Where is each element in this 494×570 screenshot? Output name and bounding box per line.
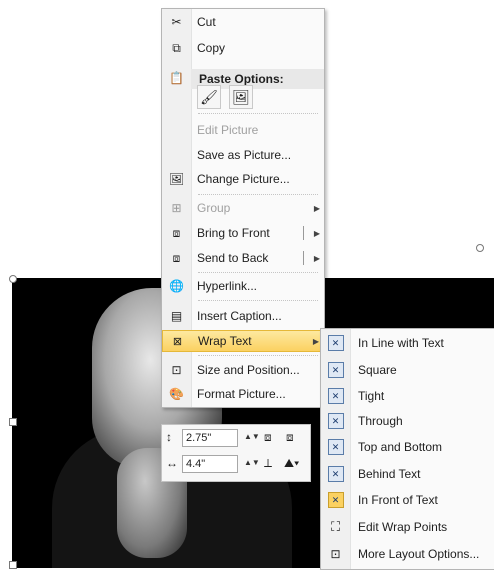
menu-item-label: Edit Picture	[197, 123, 259, 137]
submenu-item-label: Edit Wrap Points	[358, 520, 448, 534]
menu-item-send-to-back[interactable]: ⧈ Send to Back ▶	[162, 247, 324, 269]
menu-item-label: Save as Picture...	[197, 148, 292, 162]
menu-item-label: Hyperlink...	[197, 279, 258, 293]
menu-item-label: Wrap Text	[198, 334, 252, 348]
menu-separator	[198, 300, 318, 301]
menu-item-label: Bring to Front	[197, 226, 270, 240]
split-divider	[303, 226, 304, 240]
menu-item-format-picture[interactable]: 🎨 Format Picture...	[162, 383, 324, 405]
submenu-arrow-icon[interactable]: ▶	[310, 254, 324, 263]
menu-separator	[198, 355, 318, 356]
change-picture-icon: 🖼	[168, 172, 185, 186]
menu-separator	[198, 272, 318, 273]
crop-icon[interactable]: ⟂	[264, 456, 272, 471]
wrap-in-front-of-text[interactable]: ✕ In Front of Text	[321, 488, 494, 512]
wrap-tight-icon: ✕	[327, 388, 344, 404]
menu-item-bring-to-front[interactable]: ⧈ Bring to Front ▶	[162, 222, 324, 244]
mini-toolbar: ↕ 2.75" ▲▼ ⧈ ⧈ ↔ 4.4" ▲▼ ⟂ ⛰▾	[161, 424, 311, 482]
menu-item-label: Send to Back	[197, 251, 269, 265]
menu-separator	[198, 194, 318, 195]
context-menu: ✂ Cut ⧉ Copy 📋 Paste Options: 🖌 🖼 Edit P…	[161, 8, 325, 408]
height-spinner[interactable]: ▲▼	[244, 432, 260, 441]
wrap-behind-text[interactable]: ✕ Behind Text	[321, 462, 494, 486]
menu-item-label: Format Picture...	[197, 387, 286, 401]
wrap-text-submenu: ✕ In Line with Text ✕ Square ✕ Tight ✕ T…	[320, 328, 494, 570]
format-picture-icon: 🎨	[169, 387, 184, 401]
wrap-through-icon: ✕	[327, 413, 344, 429]
menu-separator	[198, 113, 318, 114]
menu-item-wrap-text[interactable]: ⊠ Wrap Text ▶	[162, 330, 324, 352]
shape-width-icon: ↔	[166, 456, 178, 470]
wrap-square[interactable]: ✕ Square	[321, 358, 494, 382]
wrap-in-line-with-text[interactable]: ✕ In Line with Text	[321, 331, 494, 355]
menu-item-label: Insert Caption...	[197, 309, 282, 323]
paste-as-picture-button[interactable]: 🖼	[229, 85, 253, 109]
submenu-item-label: Square	[358, 363, 397, 377]
copy-icon: ⧉	[172, 40, 181, 55]
shape-height-input[interactable]: 2.75"	[182, 429, 238, 447]
selection-handle-top-left[interactable]	[9, 275, 17, 283]
menu-item-hyperlink[interactable]: 🌐 Hyperlink...	[162, 275, 324, 297]
menu-item-edit-picture: Edit Picture	[162, 119, 324, 141]
wrap-inline-icon: ✕	[327, 335, 344, 351]
menu-item-label: Group	[197, 201, 231, 215]
size-position-icon: ⊡	[171, 363, 182, 377]
wrap-behind-icon: ✕	[327, 466, 344, 482]
menu-item-label: Size and Position...	[197, 363, 300, 377]
wrap-through[interactable]: ✕ Through	[321, 409, 494, 433]
selection-handle-left-middle[interactable]	[9, 418, 17, 426]
menu-item-save-as-picture[interactable]: Save as Picture...	[162, 144, 324, 166]
submenu-item-label: Through	[358, 414, 403, 428]
wrap-top-bottom-icon: ✕	[327, 439, 344, 455]
picture-effects-icon[interactable]: ⛰▾	[284, 456, 299, 471]
wrap-more-layout-options[interactable]: ⊡ More Layout Options...	[321, 542, 494, 566]
layout-options-icon: ⊡	[330, 547, 341, 561]
submenu-item-label: In Line with Text	[358, 336, 444, 350]
shape-width-input[interactable]: 4.4"	[182, 455, 238, 473]
submenu-item-label: In Front of Text	[358, 493, 438, 507]
submenu-arrow-icon[interactable]: ▶	[310, 229, 324, 238]
menu-item-change-picture[interactable]: 🖼 Change Picture...	[162, 168, 324, 190]
menu-item-insert-caption[interactable]: ▤ Insert Caption...	[162, 305, 324, 327]
paste-keep-formatting-button[interactable]: 🖌	[197, 85, 221, 109]
paste-format-icon: 🖌	[200, 88, 218, 105]
menu-item-group: ⊞ Group ▶	[162, 197, 324, 219]
menu-item-size-and-position[interactable]: ⊡ Size and Position...	[162, 359, 324, 381]
width-spinner[interactable]: ▲▼	[244, 458, 260, 467]
menu-item-label: Cut	[197, 15, 216, 29]
rotation-handle[interactable]	[476, 244, 484, 252]
submenu-item-label: Top and Bottom	[358, 440, 443, 454]
submenu-arrow-icon: ▶	[313, 203, 321, 213]
paste-options-icon-cell: 📋	[162, 67, 191, 89]
wrap-top-and-bottom[interactable]: ✕ Top and Bottom	[321, 435, 494, 459]
wrap-edit-wrap-points[interactable]: ⛶ Edit Wrap Points	[321, 515, 494, 539]
submenu-item-label: More Layout Options...	[358, 547, 480, 561]
paste-picture-icon: 🖼	[232, 88, 250, 105]
send-to-back-icon: ⧈	[172, 250, 181, 265]
wrap-in-front-icon: ✕	[327, 492, 344, 508]
group-icon: ⊞	[171, 201, 182, 215]
menu-item-label: Change Picture...	[197, 172, 290, 186]
hyperlink-icon: 🌐	[169, 279, 184, 293]
wrap-tight[interactable]: ✕ Tight	[321, 384, 494, 408]
bring-to-front-icon[interactable]: ⧈	[264, 430, 272, 445]
bring-to-front-icon: ⧈	[172, 225, 181, 240]
submenu-item-label: Tight	[358, 389, 385, 403]
edit-wrap-points-icon: ⛶	[330, 519, 341, 534]
menu-item-label: Copy	[197, 41, 226, 55]
wrap-text-icon: ⊠	[172, 335, 183, 348]
send-to-back-icon[interactable]: ⧈	[286, 430, 294, 445]
menu-item-copy[interactable]: ⧉ Copy	[162, 37, 324, 59]
split-divider	[303, 251, 304, 265]
submenu-item-label: Behind Text	[358, 467, 421, 481]
shape-height-icon: ↕	[166, 430, 172, 444]
caption-icon: ▤	[170, 309, 183, 323]
paste-icon: 📋	[169, 71, 184, 85]
wrap-square-icon: ✕	[327, 362, 344, 378]
menu-item-cut[interactable]: ✂ Cut	[162, 11, 324, 33]
scissors-icon: ✂	[171, 15, 182, 29]
